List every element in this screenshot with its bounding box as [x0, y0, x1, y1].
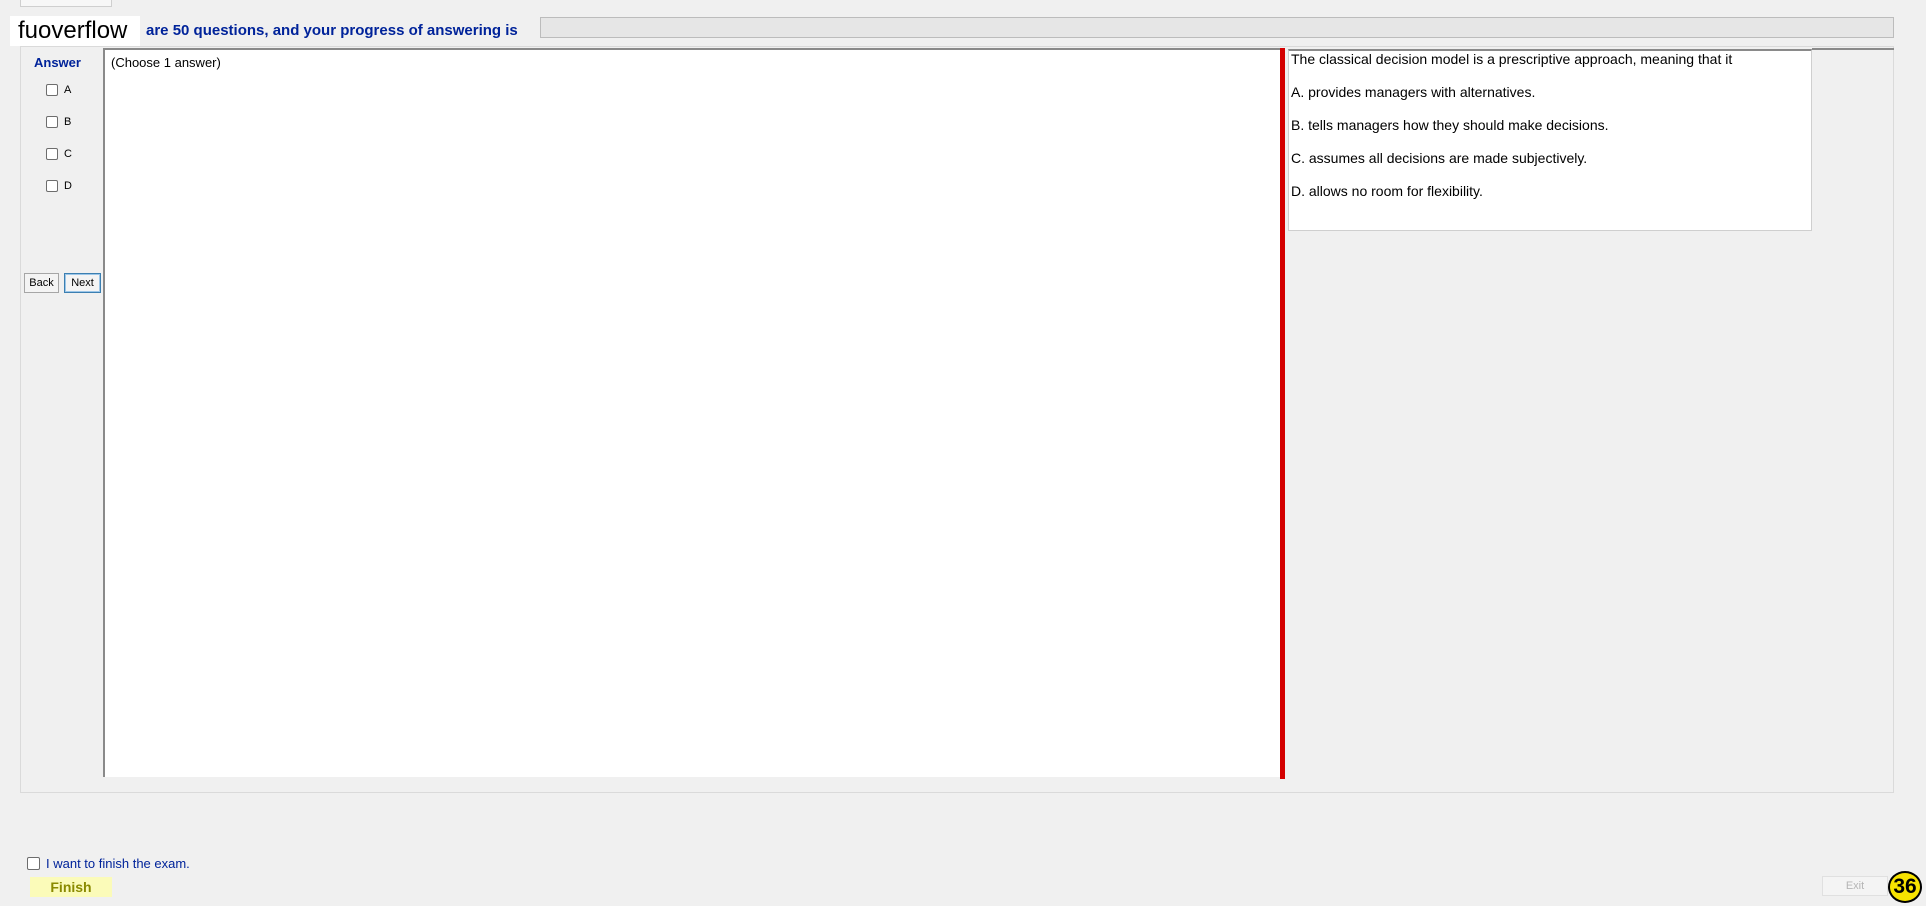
answer-option-b[interactable]: B: [46, 114, 71, 130]
answer-option-label: D: [64, 180, 72, 192]
progress-bar: [540, 17, 1894, 38]
question-choice-d: D. allows no room for flexibility.: [1291, 183, 1483, 199]
choose-instruction: (Choose 1 answer): [111, 55, 221, 70]
progress-header-text: are 50 questions, and your progress of a…: [146, 22, 518, 39]
checkbox-c[interactable]: [46, 148, 58, 160]
question-text-box: [1288, 49, 1812, 231]
question-stem: The classical decision model is a prescr…: [1291, 51, 1733, 67]
answer-option-d[interactable]: D: [46, 178, 72, 194]
answer-title: Answer: [34, 55, 81, 70]
panel-border: [1812, 48, 1894, 50]
question-counter-badge: 36: [1888, 871, 1922, 903]
answer-option-label: A: [64, 84, 72, 96]
finish-checkbox-box[interactable]: [27, 857, 40, 870]
checkbox-a[interactable]: [46, 84, 58, 96]
question-choice-b: B. tells managers how they should make d…: [1291, 117, 1609, 133]
question-panel: [103, 48, 1283, 777]
finish-exam-checkbox[interactable]: I want to finish the exam.: [27, 856, 190, 871]
answer-option-label: C: [64, 148, 72, 160]
answer-option-a[interactable]: A: [46, 82, 71, 98]
panel-divider[interactable]: [1280, 48, 1285, 779]
question-choice-c: C. assumes all decisions are made subjec…: [1291, 150, 1588, 166]
checkbox-b[interactable]: [46, 116, 58, 128]
back-button[interactable]: Back: [24, 273, 59, 293]
exit-button[interactable]: Exit: [1822, 876, 1888, 896]
answer-option-c[interactable]: C: [46, 146, 72, 162]
checkbox-d[interactable]: [46, 180, 58, 192]
answer-option-label: B: [64, 116, 72, 128]
question-choice-a: A. provides managers with alternatives.: [1291, 84, 1536, 100]
finish-checkbox-label: I want to finish the exam.: [46, 856, 190, 871]
top-tab[interactable]: [20, 0, 112, 7]
brand-logo: fuoverflow: [10, 16, 140, 46]
next-button[interactable]: Next: [64, 273, 101, 293]
finish-button[interactable]: Finish: [30, 877, 112, 897]
